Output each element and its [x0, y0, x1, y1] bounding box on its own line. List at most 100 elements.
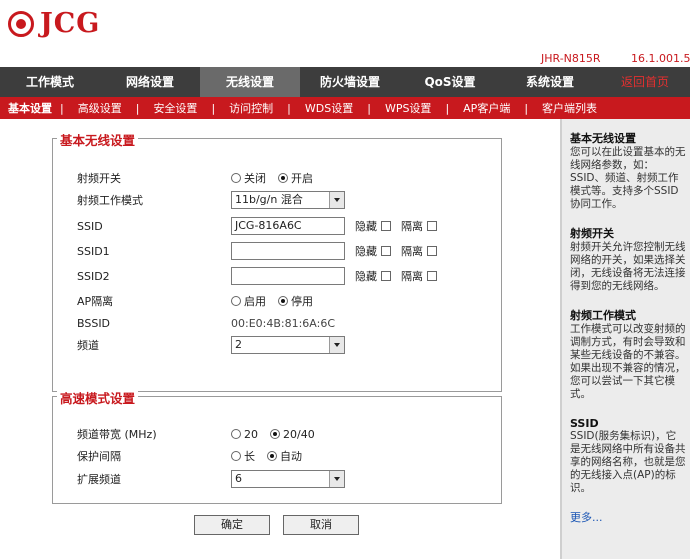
- row-bssid: BSSID 00:E0:4B:81:6A:6C: [77, 314, 497, 332]
- work-mode-label: 射频工作模式: [77, 194, 143, 207]
- ssid1-isolate-checkbox[interactable]: [427, 246, 437, 256]
- ssid-input[interactable]: JCG-816A6C: [231, 217, 345, 235]
- help-title-radio: 射频开关: [570, 227, 614, 240]
- ssid2-input[interactable]: [231, 267, 345, 285]
- row-radio-switch: 射频开关 关闭 开启: [77, 169, 497, 187]
- ap-isolation-enable[interactable]: 启用: [231, 293, 266, 309]
- chevron-down-icon[interactable]: [329, 471, 344, 487]
- brand-logo: JCG: [8, 8, 100, 39]
- subnav-security[interactable]: 安全设置: [139, 100, 211, 116]
- header: JCG JHR-N815R 16.1.001.505: [0, 0, 690, 67]
- guard-auto[interactable]: 自动: [267, 448, 302, 464]
- guard-long[interactable]: 长: [231, 448, 255, 464]
- ssid2-label: SSID2: [77, 269, 110, 283]
- help-panel: 基本无线设置 您可以在此设置基本的无线网络参数，如：SSID、频道、射频工作模式…: [560, 119, 690, 559]
- row-ext-channel: 扩展频道 6: [77, 470, 497, 488]
- sub-nav: 基本设置 | 高级设置 | 安全设置 | 访问控制 | WDS设置 | WPS设…: [0, 97, 690, 119]
- row-guard: 保护间隔 长 自动: [77, 447, 497, 465]
- radio-20-40-circle[interactable]: [270, 429, 280, 439]
- subnav-advanced[interactable]: 高级设置: [64, 100, 136, 116]
- row-work-mode: 射频工作模式 11b/g/n 混合: [77, 191, 497, 209]
- advanced-panel-title: 高速模式设置: [57, 388, 139, 407]
- jcg-logo-icon: [8, 10, 34, 37]
- ssid2-isolate-checkbox[interactable]: [427, 271, 437, 281]
- ssid1-input[interactable]: [231, 242, 345, 260]
- hide-label: 隐藏: [355, 220, 377, 233]
- high-speed-panel: 高速模式设置 频道带宽 (MHz) 20 20/40 保护间隔 长 自动 扩展频…: [52, 388, 502, 504]
- work-mode-select[interactable]: 11b/g/n 混合: [231, 191, 345, 209]
- row-channel: 频道 2: [77, 336, 497, 354]
- row-ssid1: SSID1 隐藏 隔离: [77, 242, 497, 260]
- ssid2-hide-checkbox[interactable]: [381, 271, 391, 281]
- ssid-label: SSID: [77, 219, 103, 233]
- nav-wireless[interactable]: 无线设置: [200, 67, 300, 97]
- subnav-ap-client[interactable]: AP客户端: [449, 100, 524, 116]
- channel-label: 频道: [77, 339, 99, 352]
- basic-wireless-panel: 基本无线设置 射频开关 关闭 开启 射频工作模式 11b/g/n 混合 SSID…: [52, 130, 502, 392]
- radio-20-circle[interactable]: [231, 429, 241, 439]
- bandwidth-20[interactable]: 20: [231, 428, 258, 441]
- help-text-radio: 射频开关允许您控制无线网络的开关，如果选择关闭，无线设备将无法连接得到您的无线网…: [570, 241, 686, 292]
- device-model: JHR-N815R: [541, 52, 601, 65]
- radio-switch-label: 射频开关: [77, 172, 121, 185]
- hide-label: 隐藏: [355, 245, 377, 258]
- ssid1-label: SSID1: [77, 244, 110, 258]
- nav-network[interactable]: 网络设置: [100, 67, 200, 97]
- subnav-access-control[interactable]: 访问控制: [215, 100, 287, 116]
- help-text-mode: 工作模式可以改变射频的调制方式，有时会导致和某些无线设备的不兼容。如果出现不兼容…: [570, 323, 686, 400]
- bandwidth-20-40[interactable]: 20/40: [270, 428, 315, 441]
- radio-long-circle[interactable]: [231, 451, 241, 461]
- radio-off-circle[interactable]: [231, 173, 241, 183]
- ssid-isolate-checkbox[interactable]: [427, 221, 437, 231]
- ext-channel-label: 扩展频道: [77, 473, 121, 486]
- hide-label: 隐藏: [355, 270, 377, 283]
- main-content: 基本无线设置 射频开关 关闭 开启 射频工作模式 11b/g/n 混合 SSID…: [0, 119, 560, 559]
- nav-work-mode[interactable]: 工作模式: [0, 67, 100, 97]
- subnav-client-list[interactable]: 客户端列表: [528, 100, 611, 116]
- guard-label: 保护间隔: [77, 450, 121, 463]
- nav-system[interactable]: 系统设置: [500, 67, 600, 97]
- brand-name: JCG: [40, 8, 101, 39]
- radio-auto-circle[interactable]: [267, 451, 277, 461]
- chevron-down-icon[interactable]: [329, 192, 344, 208]
- help-text-ssid: SSID(服务集标识)，它是无线网络中所有设备共享的网络名称，也就是您的无线接入…: [570, 430, 686, 494]
- subnav-basic[interactable]: 基本设置: [0, 100, 60, 116]
- radio-enable-circle[interactable]: [231, 296, 241, 306]
- row-ssid2: SSID2 隐藏 隔离: [77, 267, 497, 285]
- bandwidth-label: 频道带宽 (MHz): [77, 428, 157, 441]
- help-text-basic: 您可以在此设置基本的无线网络参数，如：SSID、频道、射频工作模式等。支持多个S…: [570, 146, 686, 210]
- ok-button[interactable]: 确定: [194, 515, 270, 535]
- nav-firewall[interactable]: 防火墙设置: [300, 67, 400, 97]
- bssid-value: 00:E0:4B:81:6A:6C: [231, 316, 336, 330]
- row-ap-isolation: AP隔离 启用 停用: [77, 292, 497, 310]
- help-title-mode: 射频工作模式: [570, 309, 636, 322]
- radio-switch-on[interactable]: 开启: [278, 170, 313, 186]
- isolate-label: 隔离: [401, 220, 423, 233]
- nav-qos[interactable]: QoS设置: [400, 67, 500, 97]
- nav-home-link[interactable]: 返回首页: [600, 67, 690, 97]
- bssid-label: BSSID: [77, 316, 111, 330]
- ap-isolation-label: AP隔离: [77, 295, 114, 308]
- radio-disable-circle[interactable]: [278, 296, 288, 306]
- row-ssid: SSID JCG-816A6C 隐藏 隔离: [77, 217, 497, 235]
- radio-switch-off[interactable]: 关闭: [231, 170, 266, 186]
- ap-isolation-disable[interactable]: 停用: [278, 293, 313, 309]
- isolate-label: 隔离: [401, 270, 423, 283]
- basic-panel-title: 基本无线设置: [57, 130, 139, 149]
- channel-select[interactable]: 2: [231, 336, 345, 354]
- help-title-ssid: SSID: [570, 417, 599, 430]
- help-more-link[interactable]: 更多...: [570, 511, 603, 524]
- ext-channel-select[interactable]: 6: [231, 470, 345, 488]
- ssid-hide-checkbox[interactable]: [381, 221, 391, 231]
- isolate-label: 隔离: [401, 245, 423, 258]
- firmware-version: 16.1.001.505: [631, 52, 690, 65]
- help-title-basic: 基本无线设置: [570, 132, 636, 145]
- subnav-wps[interactable]: WPS设置: [371, 100, 446, 116]
- chevron-down-icon[interactable]: [329, 337, 344, 353]
- row-bandwidth: 频道带宽 (MHz) 20 20/40: [77, 425, 497, 443]
- cancel-button[interactable]: 取消: [283, 515, 359, 535]
- main-nav: 工作模式 网络设置 无线设置 防火墙设置 QoS设置 系统设置 返回首页: [0, 67, 690, 97]
- radio-on-circle[interactable]: [278, 173, 288, 183]
- subnav-wds[interactable]: WDS设置: [291, 100, 367, 116]
- ssid1-hide-checkbox[interactable]: [381, 246, 391, 256]
